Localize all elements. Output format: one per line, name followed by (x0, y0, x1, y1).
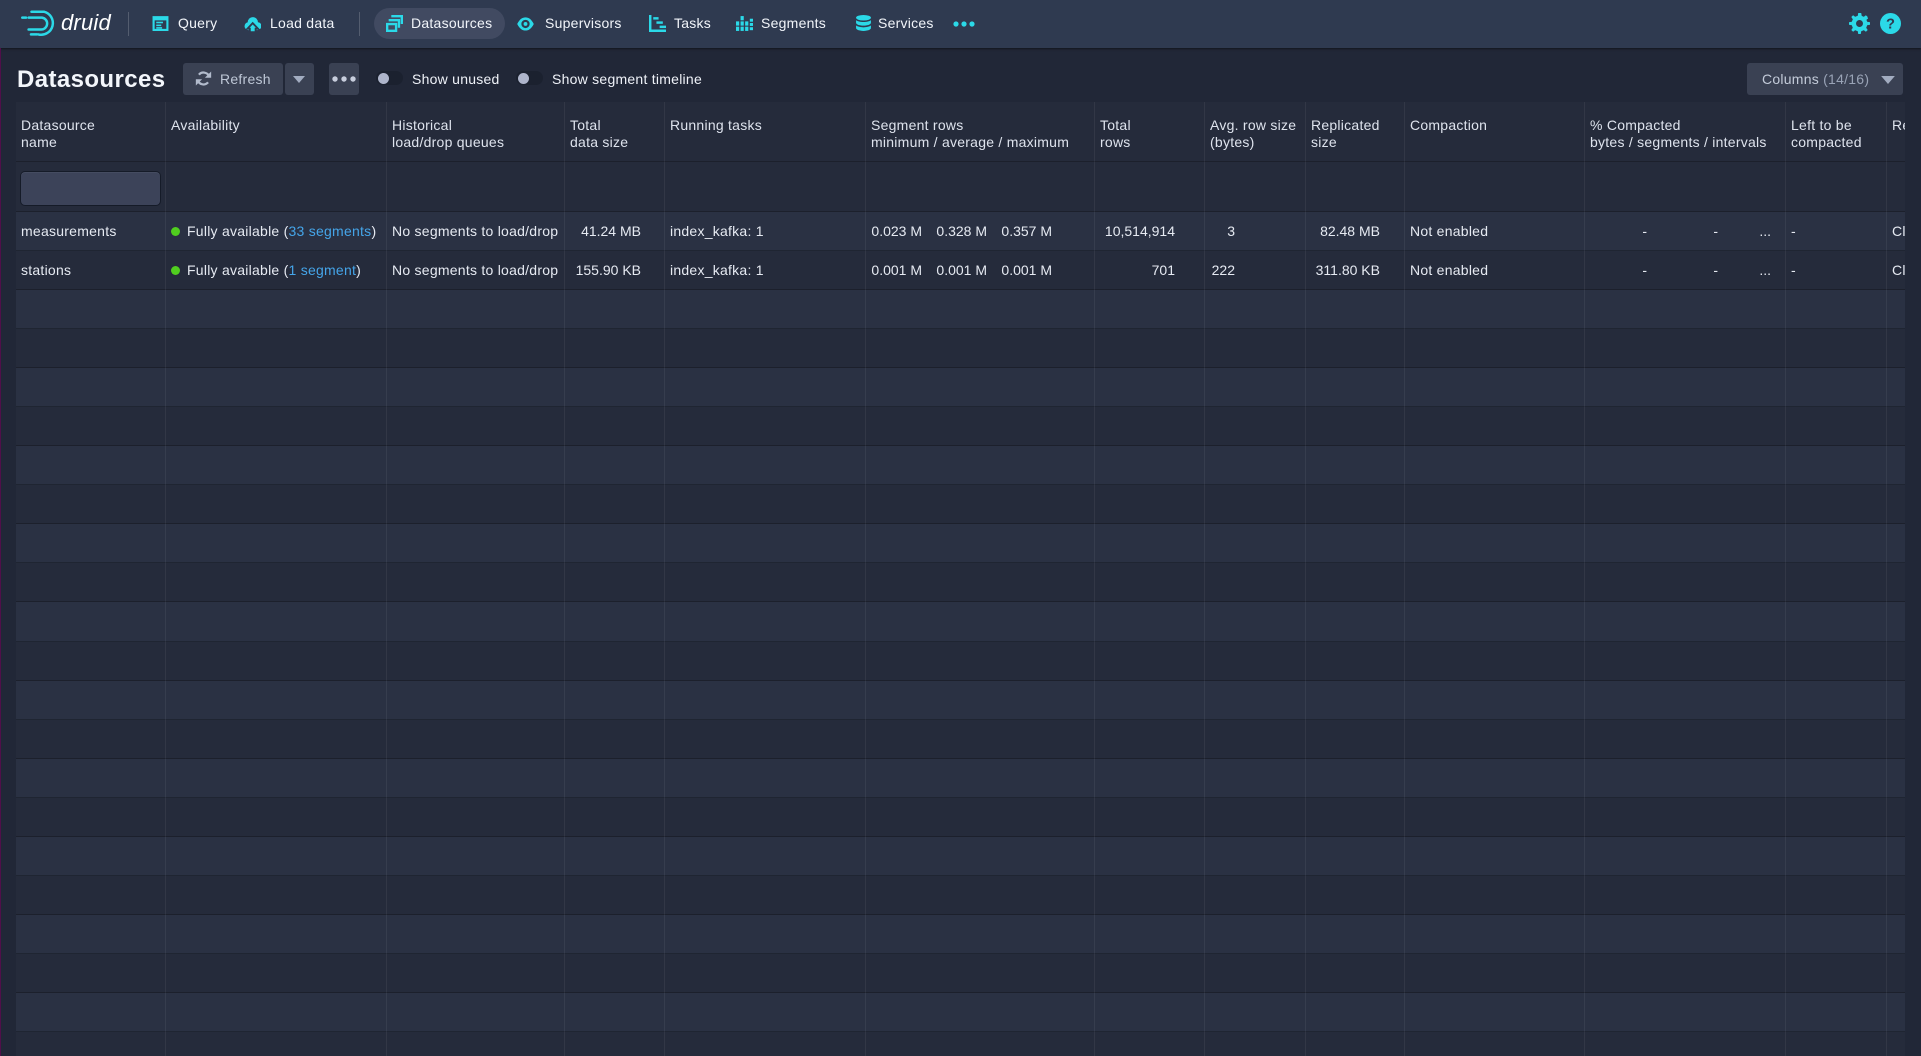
svg-text:?: ? (1886, 17, 1895, 33)
